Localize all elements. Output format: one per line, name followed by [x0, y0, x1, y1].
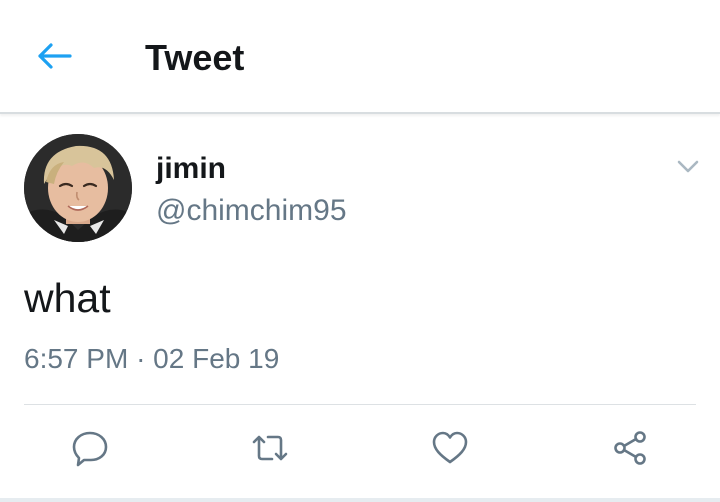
tweet-date: 02 Feb 19 — [153, 343, 280, 374]
profile-photo — [24, 134, 132, 242]
like-button[interactable] — [426, 424, 474, 472]
back-button[interactable] — [34, 38, 74, 74]
meta-separator: · — [136, 343, 146, 374]
avatar[interactable] — [24, 134, 132, 242]
tweet-menu-button[interactable] — [672, 150, 704, 182]
retweet-button[interactable] — [246, 424, 294, 472]
bottom-divider — [0, 498, 720, 502]
back-arrow-icon — [38, 43, 72, 69]
tweet-time: 6:57 PM — [24, 343, 129, 374]
reply-button[interactable] — [66, 424, 114, 472]
divider — [24, 404, 696, 405]
heart-icon — [432, 431, 468, 464]
top-app-bar: Tweet — [0, 0, 720, 114]
author-name[interactable]: jimin — [156, 152, 226, 186]
author-handle[interactable]: @chimchim95 — [156, 194, 347, 228]
tweet-text: what — [24, 275, 111, 321]
chevron-down-icon — [677, 160, 699, 173]
share-icon — [614, 431, 646, 465]
reply-icon — [72, 431, 108, 467]
page-title: Tweet — [145, 37, 245, 78]
tweet-timestamp: 6:57 PM · 02 Feb 19 — [24, 342, 279, 376]
retweet-icon — [252, 435, 288, 461]
share-button[interactable] — [606, 424, 654, 472]
